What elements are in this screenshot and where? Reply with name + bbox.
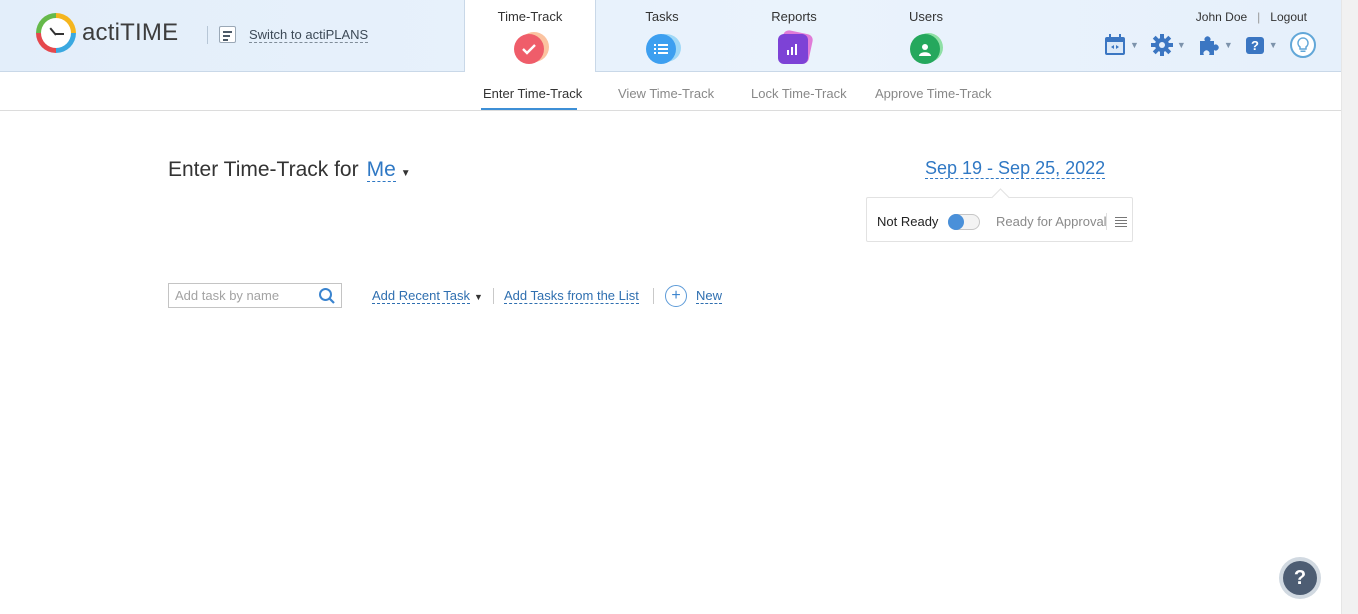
logout-link[interactable]: Logout — [1270, 10, 1307, 24]
chevron-down-icon: ▼ — [1223, 40, 1233, 50]
user-name[interactable]: John Doe — [1196, 10, 1247, 24]
search-icon[interactable] — [318, 287, 336, 305]
caret-down-icon[interactable]: ▼ — [474, 292, 483, 302]
user-bar: John Doe | Logout — [1196, 10, 1307, 24]
puzzle-icon — [1199, 36, 1219, 55]
subtab-approve-time-track[interactable]: Approve Time-Track — [875, 86, 992, 101]
svg-text:?: ? — [1251, 38, 1259, 53]
switch-to-actiplans-link[interactable]: Switch to actiPLANS — [219, 26, 369, 43]
help-icon: ? — [1245, 37, 1264, 54]
user-selector[interactable]: Me — [366, 159, 396, 182]
actitime-logo[interactable]: actiTIME — [36, 13, 178, 53]
subtab-view-time-track[interactable]: View Time-Track — [618, 86, 714, 101]
date-range-picker[interactable]: Sep 19 - Sep 25, 2022 — [925, 158, 1106, 179]
tab-label: Reports — [771, 9, 817, 24]
page-title-prefix: Enter Time-Track for — [168, 158, 359, 181]
not-ready-label: Not Ready — [877, 214, 939, 229]
calendar-menu[interactable]: ▼ — [1104, 34, 1139, 56]
add-tasks-bar: Add Recent Task ▼ Add Tasks from the Lis… — [168, 283, 768, 308]
lightbulb-button[interactable] — [1289, 32, 1316, 58]
add-recent-task-button[interactable]: Add Recent Task — [372, 288, 471, 304]
divider — [207, 26, 208, 44]
chevron-down-icon: ▼ — [1176, 40, 1186, 50]
plus-icon[interactable]: + — [665, 285, 687, 307]
subtab-enter-time-track[interactable]: Enter Time-Track — [483, 86, 582, 101]
chevron-down-icon: ▼ — [1130, 40, 1139, 50]
header-tools: ▼ ▼ ▼ ? ▼ — [1104, 32, 1316, 58]
gear-icon — [1150, 34, 1173, 56]
lightbulb-icon — [1296, 37, 1309, 52]
add-task-search-input[interactable] — [169, 284, 309, 307]
actiplans-icon — [219, 26, 236, 43]
tab-label: Time-Track — [497, 9, 563, 24]
module-tabs: Time-Track Tasks Reports Users — [464, 0, 992, 73]
settings-menu[interactable]: ▼ — [1150, 34, 1186, 56]
add-tasks-from-list-button[interactable]: Add Tasks from the List — [504, 288, 639, 304]
addons-menu[interactable]: ▼ — [1198, 34, 1233, 56]
page-title: Enter Time-Track for Me ▼ — [168, 158, 411, 182]
checkmark-icon — [513, 32, 549, 66]
approval-status-panel: Not Ready Ready for Approval — [866, 197, 1133, 242]
help-fab-button[interactable]: ? — [1279, 557, 1321, 599]
tab-time-track[interactable]: Time-Track — [464, 0, 596, 73]
approval-toggle[interactable] — [948, 214, 980, 230]
ready-for-approval-label: Ready for Approval — [996, 214, 1107, 229]
chevron-down-icon: ▼ — [1268, 40, 1278, 50]
tab-label: Users — [909, 9, 943, 24]
subtab-bar: Enter Time-Track View Time-Track Lock Ti… — [0, 72, 1341, 111]
logo-text: actiTIME — [82, 19, 179, 46]
bar-chart-icon — [777, 29, 814, 66]
vertical-scrollbar[interactable] — [1341, 0, 1358, 614]
switch-label: Switch to actiPLANS — [249, 26, 369, 43]
active-subtab-indicator — [481, 108, 577, 110]
divider — [653, 288, 654, 304]
question-mark-icon: ? — [1283, 561, 1317, 595]
clock-logo-icon — [36, 13, 76, 53]
divider — [1106, 213, 1107, 230]
task-list-icon — [645, 32, 681, 66]
divider — [493, 288, 494, 304]
user-separator: | — [1257, 10, 1261, 24]
toggle-knob — [948, 214, 964, 230]
new-task-button[interactable]: New — [696, 288, 723, 304]
tab-users[interactable]: Users — [860, 0, 992, 72]
help-menu[interactable]: ? ▼ — [1245, 35, 1278, 55]
top-header: actiTIME Switch to actiPLANS Time-Track … — [0, 0, 1341, 73]
list-icon[interactable] — [1115, 216, 1127, 227]
tab-reports[interactable]: Reports — [728, 0, 860, 72]
calendar-icon — [1105, 34, 1125, 55]
task-search-box — [168, 283, 342, 308]
subtab-lock-time-track[interactable]: Lock Time-Track — [751, 86, 847, 101]
tab-label: Tasks — [645, 9, 679, 24]
caret-down-icon[interactable]: ▼ — [401, 168, 411, 179]
tab-tasks[interactable]: Tasks — [596, 0, 728, 72]
user-icon — [909, 32, 943, 66]
